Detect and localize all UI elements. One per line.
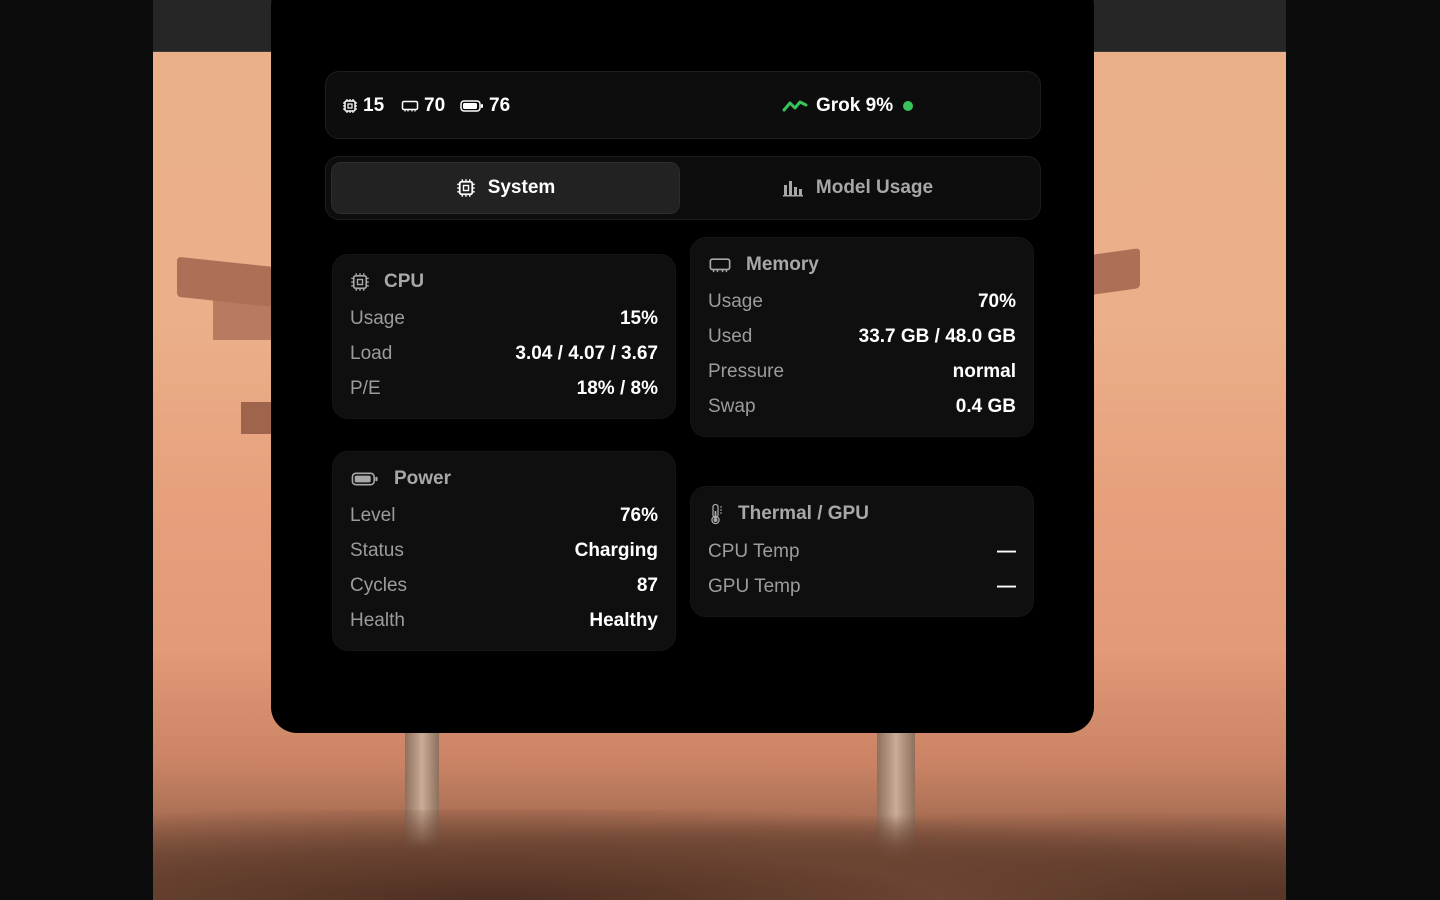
cpu-card-title: CPU — [384, 271, 425, 292]
row-value: 33.7 GB / 48.0 GB — [858, 326, 1016, 347]
memory-icon — [709, 258, 731, 273]
thermal-card-title: Thermal / GPU — [738, 503, 869, 524]
power-card-title: Power — [394, 468, 452, 489]
memory-card: Memory Usage 70% Used 33.7 GB / 48.0 GB … — [690, 237, 1034, 437]
tab-model-usage[interactable]: Model Usage — [683, 162, 1032, 214]
row-label: CPU Temp — [708, 541, 800, 562]
chip-icon — [351, 273, 369, 291]
cpu-load-row: Load 3.04 / 4.07 / 3.67 — [350, 341, 658, 367]
row-value: 76% — [619, 505, 658, 526]
row-value: 15% — [619, 308, 658, 329]
battery-icon — [351, 472, 378, 486]
torii-beam — [213, 300, 273, 340]
ground — [153, 810, 1286, 900]
thermal-card-header: Thermal / GPU — [708, 503, 869, 525]
row-value: 70% — [977, 291, 1016, 312]
model-status-label: Grok 9% — [816, 95, 894, 116]
memory-card-title: Memory — [746, 254, 819, 275]
memory-summary-value: 70 — [424, 95, 446, 116]
system-monitor-popover: 15 70 76 Grok 9% System Model Usage CPU … — [271, 0, 1094, 733]
tab-model-usage-label: Model Usage — [815, 177, 934, 198]
row-value: 18% / 8% — [576, 378, 658, 399]
gpu-temp-row: GPU Temp — — [708, 574, 1016, 600]
cpu-card-header: CPU — [350, 271, 424, 293]
row-value: Healthy — [589, 610, 658, 631]
tab-system[interactable]: System — [331, 162, 680, 214]
status-dot — [903, 101, 914, 111]
row-label: Health — [350, 610, 405, 631]
battery-icon — [460, 100, 483, 112]
memory-used-row: Used 33.7 GB / 48.0 GB — [708, 324, 1016, 350]
power-level-row: Level 76% — [350, 503, 658, 529]
row-value: normal — [952, 361, 1016, 382]
memory-pressure-row: Pressure normal — [708, 359, 1016, 385]
row-value: 3.04 / 4.07 / 3.67 — [515, 343, 658, 364]
chip-icon — [456, 179, 475, 197]
memory-summary: 70 — [401, 93, 445, 119]
chip-icon — [343, 99, 357, 113]
memory-usage-row: Usage 70% — [708, 289, 1016, 315]
cpu-temp-row: CPU Temp — — [708, 539, 1016, 565]
row-label: Usage — [350, 308, 405, 329]
torii-beam — [177, 256, 277, 308]
cpu-usage-row: Usage 15% — [350, 306, 658, 332]
cpu-pe-row: P/E 18% / 8% — [350, 376, 658, 402]
row-label: Usage — [708, 291, 763, 312]
power-status-row: Status Charging — [350, 538, 658, 564]
row-label: Level — [350, 505, 396, 526]
power-card: Power Level 76% Status Charging Cycles 8… — [332, 451, 676, 651]
row-label: Cycles — [350, 575, 408, 596]
memory-icon — [401, 100, 419, 112]
tab-bar: System Model Usage — [325, 156, 1041, 220]
memory-swap-row: Swap 0.4 GB — [708, 394, 1016, 420]
row-value: 0.4 GB — [955, 396, 1016, 417]
cpu-summary: 15 — [342, 93, 384, 119]
power-card-header: Power — [350, 468, 451, 490]
row-label: GPU Temp — [708, 576, 801, 597]
row-label: Swap — [708, 396, 756, 417]
row-label: Load — [350, 343, 393, 364]
model-status[interactable]: Grok 9% — [782, 93, 914, 119]
battery-summary: 76 — [460, 93, 510, 119]
row-value: — — [997, 541, 1016, 562]
power-cycles-row: Cycles 87 — [350, 573, 658, 599]
power-health-row: Health Healthy — [350, 608, 658, 634]
battery-summary-value: 76 — [489, 95, 511, 116]
row-value: — — [997, 576, 1016, 597]
thermometer-icon — [711, 503, 722, 525]
row-value: 87 — [636, 575, 658, 596]
row-value: Charging — [574, 540, 658, 561]
row-label: Status — [350, 540, 404, 561]
row-label: Used — [708, 326, 753, 347]
row-label: Pressure — [708, 361, 785, 382]
bar-chart-icon — [782, 181, 803, 197]
tab-system-label: System — [487, 177, 556, 198]
row-label: P/E — [350, 378, 381, 399]
activity-icon — [782, 100, 808, 112]
memory-card-header: Memory — [708, 254, 819, 276]
cpu-card: CPU Usage 15% Load 3.04 / 4.07 / 3.67 P/… — [332, 254, 676, 419]
summary-bar: 15 70 76 Grok 9% — [325, 71, 1041, 139]
cpu-summary-value: 15 — [363, 95, 385, 116]
thermal-card: Thermal / GPU CPU Temp — GPU Temp — — [690, 486, 1034, 617]
